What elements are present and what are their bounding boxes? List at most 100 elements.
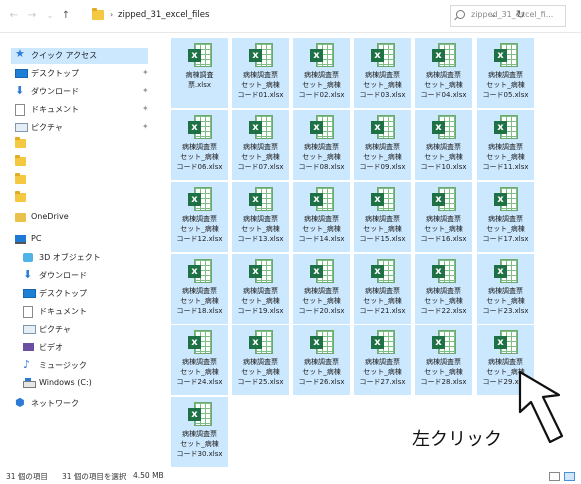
sidebar-item[interactable] — [11, 154, 151, 170]
excel-badge: x — [188, 193, 201, 206]
sidebar-item[interactable]: ⬢ ネットワーク — [11, 396, 151, 412]
sidebar-item[interactable]: ビデオ — [19, 340, 159, 356]
file-name-line: 病棟調査票 — [304, 358, 339, 366]
3d-objects-icon — [23, 253, 33, 262]
file-name-line: 病棟調査票 — [426, 71, 461, 79]
excel-badge: x — [371, 193, 384, 206]
sidebar-item-label: ダウンロード — [39, 271, 87, 280]
excel-badge: x — [310, 336, 323, 349]
sidebar-item[interactable]: ドキュメント ✦ — [11, 102, 151, 118]
forward-arrow-icon[interactable]: → — [26, 10, 38, 22]
file-item[interactable]: x 病棟調査票 セット_病棟 コード22.xlsx — [415, 254, 472, 324]
folder-icon — [92, 8, 104, 20]
file-item[interactable]: x 病棟調査票 セット_病棟 コード28.xlsx — [415, 325, 472, 395]
file-item[interactable]: x 病棟調査票 セット_病棟 コード24.xlsx — [171, 325, 228, 395]
file-name-line: 票.xlsx — [187, 81, 212, 89]
file-item[interactable]: x 病棟調査票 セット_病棟 コード10.xlsx — [415, 110, 472, 180]
file-item[interactable]: x 病棟調査票 セット_病棟 コード15.xlsx — [354, 182, 411, 252]
file-item[interactable]: x 病棟調査票 セット_病棟 コード26.xlsx — [293, 325, 350, 395]
sidebar-item[interactable]: デスクトップ — [19, 286, 159, 302]
file-item[interactable]: x 病棟調査 票.xlsx — [171, 38, 228, 108]
file-name-line: 病棟調査票 — [243, 143, 278, 151]
file-name-line: セット_病棟 — [424, 81, 463, 89]
excel-file-icon: x — [494, 115, 518, 139]
excel-file-icon: x — [494, 330, 518, 354]
file-item[interactable]: x 病棟調査票 セット_病棟 コード14.xlsx — [293, 182, 350, 252]
recent-locations-icon[interactable]: ⌄ — [44, 10, 56, 22]
file-item[interactable]: x 病棟調査票 セット_病棟 コード18.xlsx — [171, 254, 228, 324]
file-name-line: コード13.xlsx — [237, 235, 284, 243]
file-item[interactable]: x 病棟調査票 セット_病棟 コード16.xlsx — [415, 182, 472, 252]
file-item[interactable]: x 病棟調査票 セット_病棟 コード21.xlsx — [354, 254, 411, 324]
file-item[interactable]: x 病棟調査票 セット_病棟 コード12.xlsx — [171, 182, 228, 252]
file-item[interactable]: x 病棟調査票 セット_病棟 コード08.xlsx — [293, 110, 350, 180]
file-name: 病棟調査票 セット_病棟 コード08.xlsx — [293, 142, 350, 172]
file-name-line: セット_病棟 — [424, 225, 463, 233]
sidebar-item[interactable]: ⬇ ダウンロード — [19, 268, 159, 284]
file-item[interactable]: x 病棟調査票 セット_病棟 コード01.xlsx — [232, 38, 289, 108]
file-item[interactable]: x 病棟調査票 セット_病棟 コード17.xlsx — [477, 182, 534, 252]
file-name-line: セット_病棟 — [302, 81, 341, 89]
sidebar-item[interactable]: ドキュメント — [19, 304, 159, 320]
file-item[interactable]: x 病棟調査票 セット_病棟 コード09.xlsx — [354, 110, 411, 180]
breadcrumb-path[interactable]: zipped_31_excel_files — [118, 10, 209, 20]
excel-badge: x — [249, 265, 262, 278]
sidebar-item[interactable] — [11, 190, 151, 206]
file-item[interactable]: x 病棟調査票 セット_病棟 コード19.xlsx — [232, 254, 289, 324]
file-item[interactable]: x 病棟調査票 セット_病棟 コード03.xlsx — [354, 38, 411, 108]
sidebar-item[interactable]: PC — [11, 232, 151, 248]
file-name-line: 病棟調査票 — [488, 143, 523, 151]
pin-icon[interactable]: ✦ — [142, 122, 149, 131]
search-input[interactable]: zipped_31_excel_fi... — [450, 5, 566, 27]
file-item[interactable]: x 病棟調査票 セット_病棟 コード02.xlsx — [293, 38, 350, 108]
file-item[interactable]: x 病棟調査票セット_病棟 コード11.xlsx — [477, 110, 534, 180]
file-item[interactable]: x 病棟調査票 セット_病棟 コード07.xlsx — [232, 110, 289, 180]
excel-badge: x — [432, 49, 445, 62]
sidebar-item[interactable] — [11, 172, 151, 188]
file-item[interactable]: x 病棟調査票 セット_病棟 コード25.xlsx — [232, 325, 289, 395]
sidebar-item[interactable]: ⬇ ダウンロード ✦ — [11, 84, 151, 100]
file-item[interactable]: x 病棟調査票 セット_病棟 コード30.xlsx — [171, 397, 228, 467]
sidebar-item[interactable] — [11, 136, 151, 152]
sidebar-item[interactable]: 3D オブジェクト — [19, 250, 159, 266]
breadcrumb-chevron-icon[interactable]: › — [110, 10, 113, 19]
sidebar-item[interactable]: ★ クイック アクセス — [11, 48, 148, 64]
file-name-line: セット_病棟 — [302, 153, 341, 161]
file-item[interactable]: x 病棟調査票 セット_病棟 コード27.xlsx — [354, 325, 411, 395]
sidebar-item[interactable]: デスクトップ ✦ — [11, 66, 151, 82]
excel-badge: x — [249, 49, 262, 62]
sidebar-item[interactable]: ピクチャ ✦ — [11, 120, 151, 136]
pin-icon[interactable]: ✦ — [142, 86, 149, 95]
file-name-line: コード11.xlsx — [482, 163, 529, 171]
large-icons-view-icon[interactable] — [564, 472, 575, 481]
sidebar-item[interactable]: ピクチャ — [19, 322, 159, 338]
sidebar-item[interactable]: OneDrive — [11, 210, 151, 226]
back-arrow-icon[interactable]: ← — [8, 10, 20, 22]
details-view-icon[interactable] — [549, 472, 560, 481]
address-box[interactable]: › zipped_31_excel_files ⌄ ↻ — [92, 7, 525, 25]
sidebar-item[interactable]: ♪ ミュージック — [19, 358, 159, 374]
excel-file-icon: x — [188, 259, 212, 283]
pin-icon[interactable]: ✦ — [142, 104, 149, 113]
sidebar-item[interactable]: Windows (C:) — [19, 376, 159, 392]
file-name-line: コード17.xlsx — [482, 235, 529, 243]
file-item[interactable]: x 病棟調査票 セット_病棟 コード05.xlsx — [477, 38, 534, 108]
excel-file-icon: x — [494, 259, 518, 283]
file-name: 病棟調査票 セット_病棟 コード14.xlsx — [293, 214, 350, 244]
file-name-line: セット_病棟 — [486, 153, 525, 161]
file-item[interactable]: x 病棟調査票 セット_病棟 コード04.xlsx — [415, 38, 472, 108]
file-item[interactable]: x 病棟調査票 セット_病棟 コード13.xlsx — [232, 182, 289, 252]
excel-file-icon: x — [310, 187, 334, 211]
file-name: 病棟調査票 セット_病棟 コード22.xlsx — [415, 286, 472, 316]
file-name-line: コード09.xlsx — [359, 163, 406, 171]
excel-badge: x — [371, 49, 384, 62]
file-item[interactable]: x 病棟調査票 セット_病棟 コード23.xlsx — [477, 254, 534, 324]
file-name-line: セット_病棟 — [302, 225, 341, 233]
up-arrow-icon[interactable]: ↑ — [60, 10, 72, 22]
file-name-line: 病棟調査票 — [182, 430, 217, 438]
file-item[interactable]: x 病棟調査票 セット_病棟 コード06.xlsx — [171, 110, 228, 180]
drive-icon — [23, 378, 36, 388]
pin-icon[interactable]: ✦ — [142, 68, 149, 77]
file-item[interactable]: x 病棟調査票 セット_病棟 コード20.xlsx — [293, 254, 350, 324]
excel-badge: x — [188, 49, 201, 62]
